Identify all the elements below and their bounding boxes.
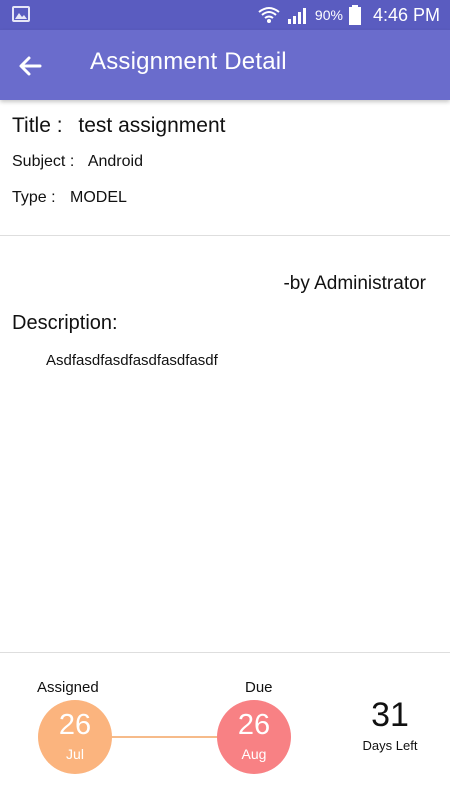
clock: 4:46 PM [372, 4, 440, 25]
description-text: Asdfasdfasdfasdfasdfasdf [46, 352, 218, 369]
type-value: MODEL [70, 189, 127, 206]
subject-row: Subject : Android [12, 153, 143, 171]
due-date-circle: 26 Aug [217, 700, 291, 774]
page-title: Assignment Detail [90, 48, 287, 75]
days-left: 31 Days Left [352, 696, 428, 753]
gallery-icon [12, 6, 30, 22]
type-label: Type : [12, 189, 56, 206]
author-text: -by Administrator [283, 273, 426, 294]
due-label: Due [245, 679, 273, 696]
signal-icon [287, 8, 306, 24]
divider [0, 652, 450, 653]
arrow-left-icon[interactable] [16, 52, 44, 80]
battery-percent: 90% [314, 7, 343, 23]
assigned-month: Jul [66, 746, 84, 762]
due-day: 26 [237, 709, 271, 741]
wifi-icon [258, 7, 280, 23]
type-row: Type : MODEL [12, 189, 127, 207]
assigned-date-circle: 26 Jul [38, 700, 112, 774]
days-left-caption: Days Left [362, 738, 418, 753]
battery-icon [348, 5, 361, 25]
subject-label: Subject : [12, 153, 75, 170]
title-value: test assignment [78, 114, 226, 137]
due-month: Aug [241, 746, 267, 762]
description-label: Description: [12, 312, 118, 334]
assigned-day: 26 [58, 709, 92, 741]
days-left-value: 31 [371, 696, 409, 734]
assignment-title-row: Title : test assignment [12, 114, 225, 138]
assigned-label: Assigned [37, 679, 99, 696]
status-bar: 90% 4:46 PM [0, 0, 450, 30]
subject-value: Android [87, 153, 143, 170]
app-bar: Assignment Detail [0, 30, 450, 100]
divider [0, 235, 450, 236]
title-label: Title : [12, 114, 63, 137]
